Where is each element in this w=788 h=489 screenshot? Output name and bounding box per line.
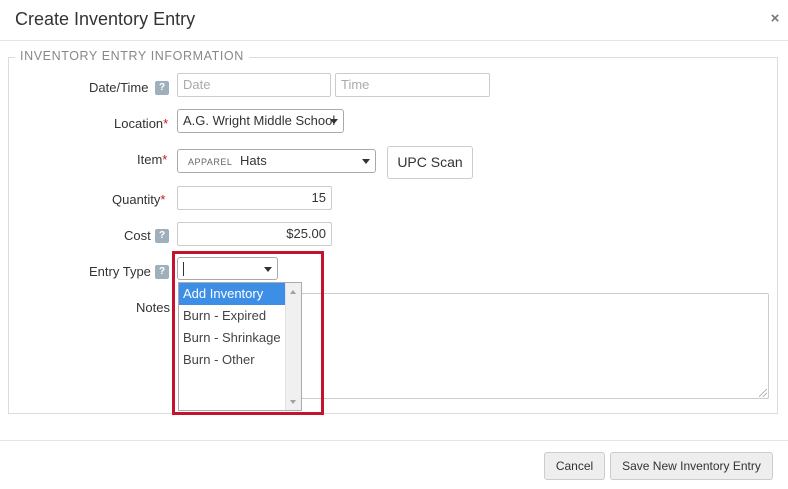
section-legend: INVENTORY ENTRY INFORMATION [15, 49, 249, 63]
entry-type-dropdown-list: Add Inventory Burn - Expired Burn - Shri… [178, 282, 302, 411]
item-select[interactable]: APPAREL Hats [177, 149, 376, 173]
item-select-value: Hats [239, 153, 267, 168]
dropdown-option-burn-other[interactable]: Burn - Other [179, 349, 286, 371]
close-icon[interactable]: × [768, 10, 782, 28]
dropdown-scrollbar[interactable] [285, 283, 301, 410]
required-mark: * [162, 152, 168, 167]
header-divider [0, 40, 788, 41]
chevron-down-icon [330, 119, 338, 124]
scroll-down-icon[interactable] [290, 400, 296, 404]
chevron-down-icon [264, 267, 272, 272]
cost-input[interactable]: $25.00 [177, 222, 332, 246]
datetime-help-icon[interactable]: ? [155, 81, 169, 95]
save-new-inventory-entry-button[interactable]: Save New Inventory Entry [610, 452, 773, 480]
time-input[interactable]: Time [335, 73, 490, 97]
location-select-value: A.G. Wright Middle School [183, 113, 336, 128]
text-caret [183, 262, 184, 276]
resize-grip-icon[interactable] [759, 389, 767, 397]
cost-help-icon[interactable]: ? [155, 229, 169, 243]
cancel-button[interactable]: Cancel [544, 452, 605, 480]
item-category-tag: APPAREL [188, 157, 233, 167]
notes-label: Notes [136, 300, 170, 315]
upc-scan-button[interactable]: UPC Scan [387, 146, 473, 179]
dropdown-option-add-inventory[interactable]: Add Inventory [179, 283, 286, 305]
dropdown-option-burn-shrinkage[interactable]: Burn - Shrinkage [179, 327, 286, 349]
item-label: Item* [137, 152, 168, 167]
entry-type-help-icon[interactable]: ? [155, 265, 169, 279]
required-mark: * [163, 116, 169, 131]
datetime-label: Date/Time [89, 80, 149, 95]
location-select[interactable]: A.G. Wright Middle School [177, 109, 344, 133]
required-mark: * [160, 192, 166, 207]
entry-type-select[interactable] [177, 257, 278, 280]
chevron-down-icon [362, 159, 370, 164]
modal-title: Create Inventory Entry [15, 9, 196, 29]
quantity-label: Quantity* [112, 192, 166, 207]
location-label: Location* [114, 116, 169, 131]
entry-type-label: Entry Type [89, 264, 151, 279]
cost-label: Cost [124, 228, 151, 243]
scroll-up-icon[interactable] [290, 290, 296, 294]
date-input[interactable]: Date [177, 73, 331, 97]
dropdown-option-burn-expired[interactable]: Burn - Expired [179, 305, 286, 327]
footer-divider [0, 440, 788, 441]
quantity-input[interactable]: 15 [177, 186, 332, 210]
notes-textarea[interactable] [286, 293, 769, 399]
